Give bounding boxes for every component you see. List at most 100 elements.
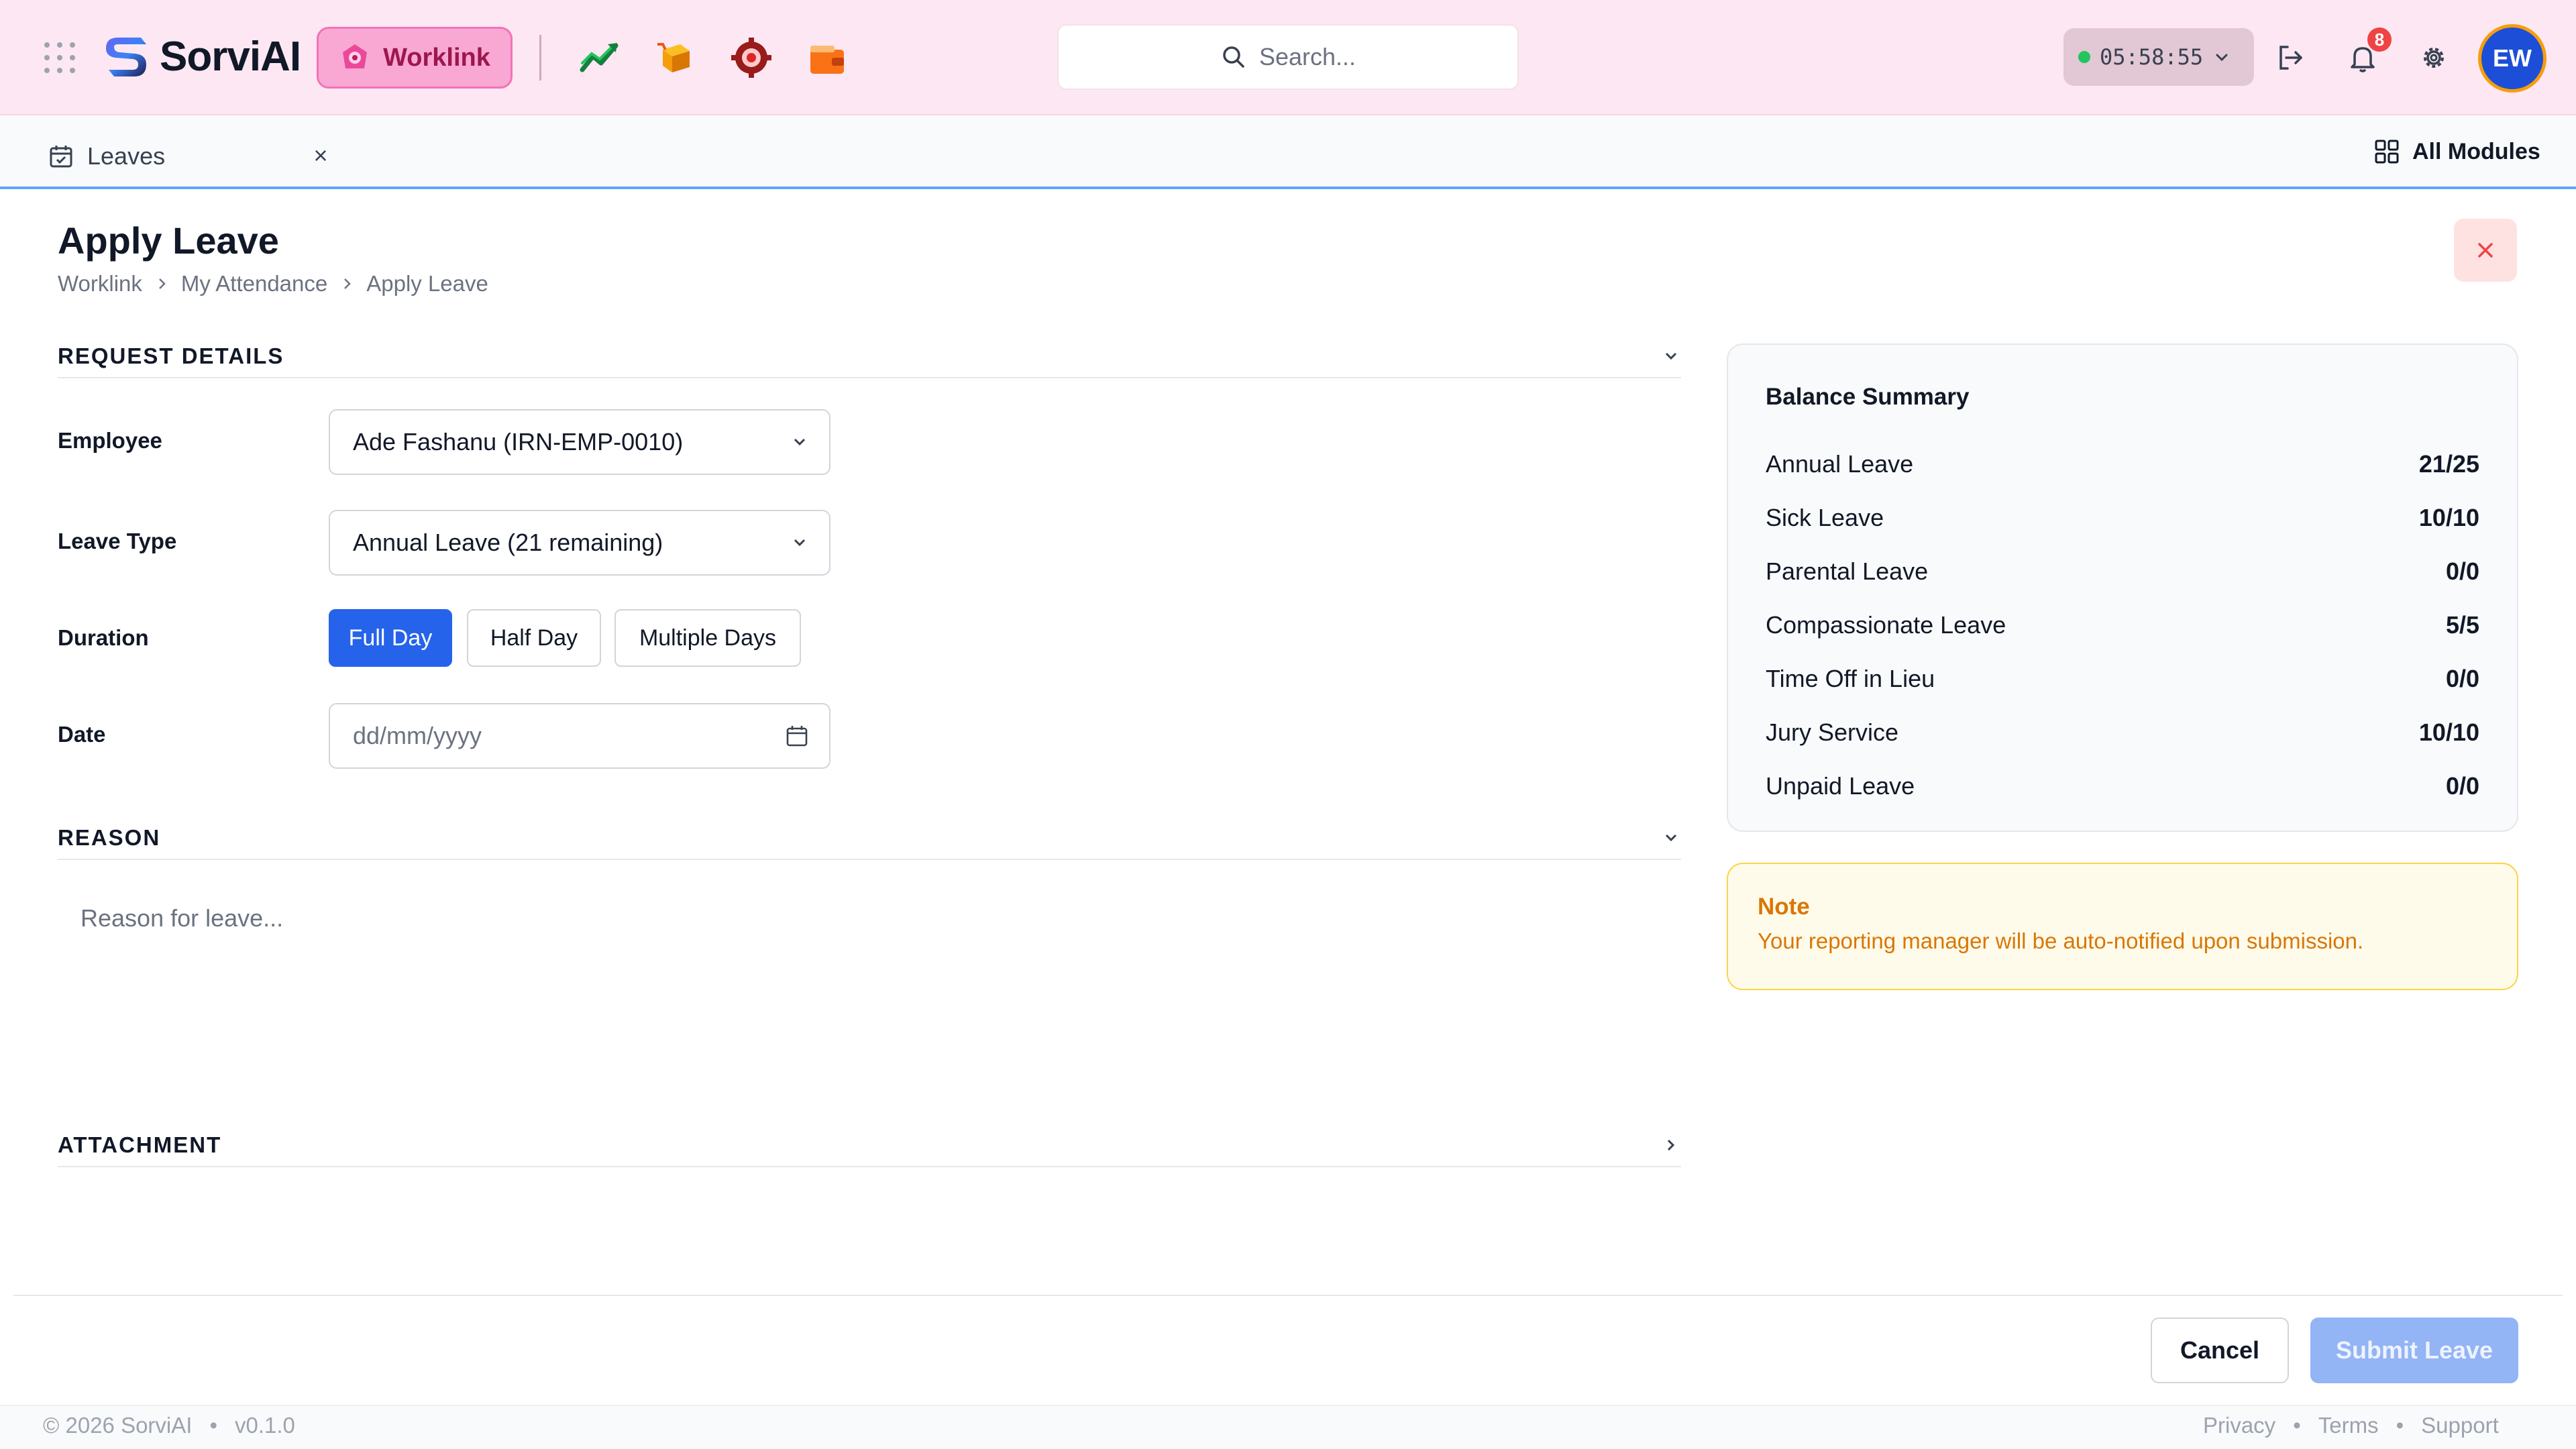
employee-select[interactable]: Ade Fashanu (IRN-EMP-0010)	[329, 409, 830, 475]
settings-gear-icon[interactable]	[2415, 39, 2453, 76]
balance-row: Time Off in Lieu 0/0	[1766, 652, 2479, 706]
footer-separator: •	[209, 1413, 217, 1438]
balance-value: 0/0	[2445, 557, 2479, 585]
gear-target-icon[interactable]	[727, 34, 775, 82]
chevron-down-icon	[1665, 352, 1677, 360]
module-chip-worklink[interactable]: Worklink	[317, 27, 513, 89]
page-footer	[0, 1405, 2576, 1449]
close-page-button[interactable]	[2454, 219, 2517, 282]
footer-link-support[interactable]: Support	[2421, 1413, 2499, 1438]
balance-row: Parental Leave 0/0	[1766, 545, 2479, 598]
balance-row: Compassionate Leave 5/5	[1766, 598, 2479, 652]
leave-type-select[interactable]: Annual Leave (21 remaining)	[329, 510, 830, 576]
section-title: REQUEST DETAILS	[58, 343, 284, 368]
grid-icon	[2375, 140, 2399, 164]
footer-copyright: © 2026 SorviAI • v0.1.0	[43, 1413, 295, 1438]
chevron-down-icon	[794, 438, 806, 446]
version-text: v0.1.0	[235, 1413, 295, 1438]
balance-name: Sick Leave	[1766, 504, 1884, 531]
reason-placeholder: Reason for leave...	[80, 904, 284, 932]
balance-value: 10/10	[2418, 504, 2479, 531]
balance-row: Jury Service 10/10	[1766, 706, 2479, 759]
section-attachment[interactable]: ATTACHMENT	[58, 1124, 1681, 1167]
balance-value: 0/0	[2445, 665, 2479, 692]
chevron-down-icon	[2216, 54, 2228, 62]
balance-row: Annual Leave 21/25	[1766, 437, 2479, 491]
global-search-input[interactable]: Search...	[1057, 24, 1519, 90]
leave-type-label: Leave Type	[58, 529, 177, 553]
package-icon[interactable]	[651, 34, 699, 82]
balance-value: 10/10	[2418, 718, 2479, 746]
employee-label: Employee	[58, 428, 162, 453]
search-icon	[1223, 46, 1244, 68]
copyright-text: © 2026 SorviAI	[43, 1413, 193, 1438]
balance-value: 0/0	[2445, 772, 2479, 800]
balance-row: Unpaid Leave 0/0	[1766, 759, 2479, 813]
balance-name: Unpaid Leave	[1766, 772, 1915, 800]
page-title: Apply Leave	[58, 219, 279, 262]
footer-separator: •	[2396, 1413, 2404, 1438]
footer-links: Privacy • Terms • Support	[2203, 1413, 2499, 1438]
breadcrumb-item[interactable]: Worklink	[58, 271, 142, 297]
section-title: ATTACHMENT	[58, 1132, 222, 1157]
date-label: Date	[58, 722, 106, 747]
chart-icon[interactable]	[576, 34, 624, 82]
duration-half-day-button[interactable]: Half Day	[467, 609, 601, 667]
date-input[interactable]: dd/mm/yyyy	[329, 703, 830, 769]
balance-name: Compassionate Leave	[1766, 611, 2006, 639]
balance-name: Time Off in Lieu	[1766, 665, 1935, 692]
balance-summary-card: Balance Summary Annual Leave 21/25 Sick L…	[1727, 343, 2518, 832]
logout-icon[interactable]	[2271, 39, 2309, 76]
note-text: Your reporting manager will be auto-noti…	[1758, 928, 2364, 953]
section-request-details[interactable]: REQUEST DETAILS	[58, 335, 1681, 378]
breadcrumb-item[interactable]: My Attendance	[181, 271, 327, 297]
calendar-icon[interactable]	[785, 724, 809, 748]
wallet-icon[interactable]	[802, 34, 851, 82]
worklink-icon	[343, 44, 368, 68]
balance-row: Sick Leave 10/10	[1766, 491, 2479, 545]
search-placeholder: Search...	[1258, 43, 1356, 70]
footer-link-privacy[interactable]: Privacy	[2203, 1413, 2275, 1438]
tab-leaves-label: Leaves	[87, 142, 166, 170]
attendance-timer[interactable]: 05:58:55	[2063, 28, 2254, 86]
balance-name: Annual Leave	[1766, 450, 1914, 478]
leave-type-value: Annual Leave (21 remaining)	[353, 529, 663, 556]
all-modules-button[interactable]: All Modules	[2373, 133, 2540, 170]
balance-value: 5/5	[2445, 611, 2479, 639]
brand-name: SorviAI	[160, 33, 301, 80]
submission-note: Note Your reporting manager will be auto…	[1727, 863, 2518, 990]
date-placeholder: dd/mm/yyyy	[353, 722, 482, 749]
section-title: REASON	[58, 825, 161, 850]
module-chip-label: Worklink	[383, 43, 490, 72]
tab-leaves[interactable]: Leaves	[48, 134, 337, 178]
breadcrumb: Worklink My Attendance Apply Leave	[58, 271, 488, 297]
footer-link-terms[interactable]: Terms	[2318, 1413, 2379, 1438]
section-reason[interactable]: REASON	[58, 817, 1681, 860]
chevron-right-icon	[1667, 1139, 1675, 1151]
tab-close-icon[interactable]: ×	[307, 142, 334, 169]
duration-full-day-button[interactable]: Full Day	[329, 609, 452, 667]
duration-label: Duration	[58, 625, 149, 650]
chevron-down-icon	[794, 539, 806, 547]
balance-summary-title: Balance Summary	[1766, 384, 1970, 410]
footer-separator: •	[2293, 1413, 2301, 1438]
calendar-check-icon	[50, 146, 72, 168]
chevron-down-icon	[1665, 834, 1677, 842]
timer-status-dot	[2078, 51, 2090, 63]
brand-logo[interactable]: SorviAI	[99, 28, 301, 85]
balance-name: Jury Service	[1766, 718, 1899, 746]
user-avatar[interactable]: EW	[2478, 24, 2546, 93]
app-launcher-grid-icon[interactable]	[44, 42, 75, 73]
note-title: Note	[1758, 894, 1810, 920]
submit-leave-button[interactable]: Submit Leave	[2310, 1318, 2518, 1383]
actions-divider	[13, 1295, 2563, 1296]
reason-textarea[interactable]: Reason for leave...	[58, 884, 1681, 1085]
chevron-right-icon	[154, 271, 169, 297]
cancel-button[interactable]: Cancel	[2151, 1318, 2289, 1383]
balance-name: Parental Leave	[1766, 557, 1929, 585]
notification-badge: 8	[2365, 25, 2394, 54]
timer-value: 05:58:55	[2100, 44, 2204, 70]
tab-bar	[0, 115, 2576, 189]
duration-multiple-days-button[interactable]: Multiple Days	[614, 609, 801, 667]
breadcrumb-current: Apply Leave	[366, 271, 488, 296]
